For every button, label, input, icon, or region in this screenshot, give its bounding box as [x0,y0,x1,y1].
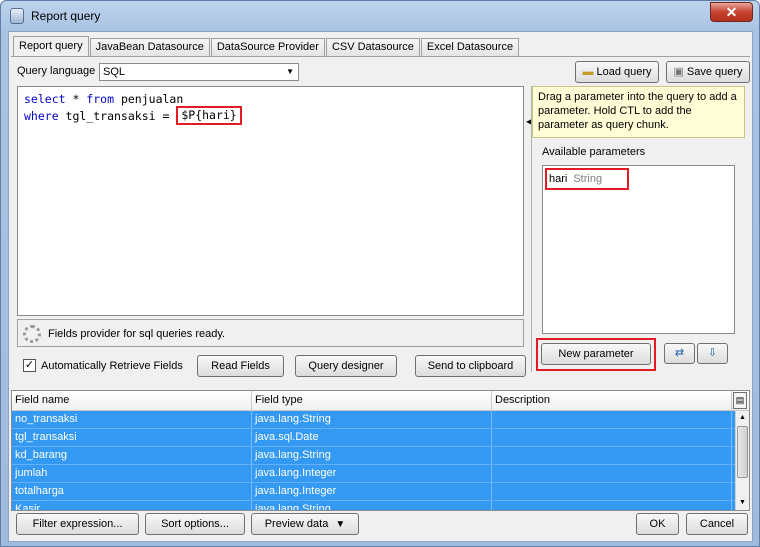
description-cell [492,501,732,510]
loading-spinner-icon [23,325,41,343]
app-icon [10,8,24,24]
status-text: Fields provider for sql queries ready. [48,328,226,340]
query-language-select[interactable]: SQL ▼ [99,63,299,81]
query-line-2: where tgl_transaksi = $P{hari} [24,106,517,125]
description-cell [492,465,732,482]
parameter-properties-icon[interactable]: ⇄ [664,343,695,364]
chevron-down-icon: ▼ [335,519,346,530]
available-parameters-list[interactable]: hari String [542,165,735,334]
sql-keyword: where [24,109,59,123]
tab-csv-datasource[interactable]: CSV Datasource [325,38,420,56]
close-button[interactable]: ✕ [710,2,753,22]
auto-retrieve-label: Automatically Retrieve Fields [41,359,183,372]
vertical-scrollbar[interactable]: ▲ ▼ [735,411,749,510]
query-language-value: SQL [103,66,126,78]
load-query-button[interactable]: ▬ Load query [575,61,659,83]
window-title: Report query [31,9,101,23]
column-chooser-icon[interactable]: ▤ [733,392,747,409]
field-type-cell: java.lang.Integer [252,483,492,500]
report-query-dialog: Report query ✕ Report query JavaBean Dat… [0,0,760,547]
table-row[interactable]: no_transaksi java.lang.String [12,411,749,429]
sql-keyword: from [86,92,115,106]
dialog-content: Report query JavaBean Datasource DataSou… [8,31,753,542]
chevron-down-icon: ▼ [286,67,294,76]
query-parameter-highlight: $P{hari} [176,106,242,125]
tab-report-query[interactable]: Report query [13,36,89,56]
folder-open-icon: ▬ [582,66,594,78]
field-name-cell: no_transaksi [12,411,252,428]
sql-text: * [65,92,87,106]
scrollbar-thumb[interactable] [737,426,748,478]
preview-data-button[interactable]: Preview data ▼ [251,513,359,535]
table-row[interactable]: Kasir java.lang.String [12,501,749,510]
drag-parameter-hint: Drag a parameter into the query to add a… [532,86,745,138]
parameters-panel: Drag a parameter into the query to add a… [532,86,745,372]
field-name-cell: jumlah [12,465,252,482]
field-type-cell: java.lang.Integer [252,465,492,482]
new-parameter-button[interactable]: New parameter [541,343,651,365]
parameter-action-icon[interactable]: ⇩ [697,343,728,364]
scroll-down-icon[interactable]: ▼ [736,496,749,510]
field-type-cell: java.lang.String [252,501,492,510]
preview-data-label: Preview data [264,518,329,530]
filter-expression-button[interactable]: Filter expression... [16,513,139,535]
fields-table[interactable]: Field name Field type Description no_tra… [11,390,750,511]
table-row[interactable]: jumlah java.lang.Integer [12,465,749,483]
tab-datasource-provider[interactable]: DataSource Provider [210,38,325,56]
tab-excel-datasource[interactable]: Excel Datasource [420,38,520,56]
save-query-button[interactable]: ▣ Save query [666,61,750,83]
send-to-clipboard-button[interactable]: Send to clipboard [415,355,526,377]
field-name-cell: tgl_transaksi [12,429,252,446]
save-icon: ▣ [673,66,684,78]
field-type-cell: java.sql.Date [252,429,492,446]
description-cell [492,483,732,500]
parameter-item[interactable]: hari String [545,168,629,190]
available-parameters-label: Available parameters [542,146,646,158]
description-cell [492,429,732,446]
read-fields-button[interactable]: Read Fields [197,355,284,377]
tab-bar: Report query JavaBean Datasource DataSou… [13,36,520,56]
field-name-cell: Kasir [12,501,252,510]
table-row[interactable]: kd_barang java.lang.String [12,447,749,465]
scroll-up-icon[interactable]: ▲ [736,411,749,425]
table-header: Field name Field type Description [12,391,749,411]
field-type-cell: java.lang.String [252,447,492,464]
column-header-field-name[interactable]: Field name [12,391,252,410]
title-bar[interactable]: Report query ✕ [1,1,759,31]
field-name-cell: totalharga [12,483,252,500]
parameter-name: hari [549,173,568,185]
column-header-field-type[interactable]: Field type [252,391,492,410]
sort-options-button[interactable]: Sort options... [145,513,245,535]
column-header-description[interactable]: Description [492,391,732,410]
sql-keyword: select [24,92,66,106]
parameter-type: String [573,173,603,185]
load-query-label: Load query [596,66,652,78]
field-name-cell: kd_barang [12,447,252,464]
sql-text: penjualan [114,92,184,106]
sql-text: tgl_transaksi = [58,109,177,123]
auto-retrieve-fields-option[interactable]: ✓ Automatically Retrieve Fields [23,359,183,372]
table-row[interactable]: totalharga java.lang.Integer [12,483,749,501]
auto-retrieve-checkbox[interactable]: ✓ [23,359,36,372]
query-language-label: Query language [17,65,96,77]
cancel-button[interactable]: Cancel [686,513,748,535]
tab-javabean-datasource[interactable]: JavaBean Datasource [89,38,210,56]
new-parameter-highlight: New parameter [536,338,656,371]
query-line-1: select * from penjualan [24,91,517,108]
field-type-cell: java.lang.String [252,411,492,428]
query-editor[interactable]: select * from penjualan where tgl_transa… [17,86,524,316]
description-cell [492,411,732,428]
ok-button[interactable]: OK [636,513,679,535]
report-query-panel: Query language SQL ▼ ▬ Load query ▣ Save… [11,56,750,381]
table-row[interactable]: tgl_transaksi java.sql.Date [12,429,749,447]
query-designer-button[interactable]: Query designer [295,355,397,377]
save-query-label: Save query [686,66,743,78]
description-cell [492,447,732,464]
fields-provider-status: Fields provider for sql queries ready. [17,319,524,347]
